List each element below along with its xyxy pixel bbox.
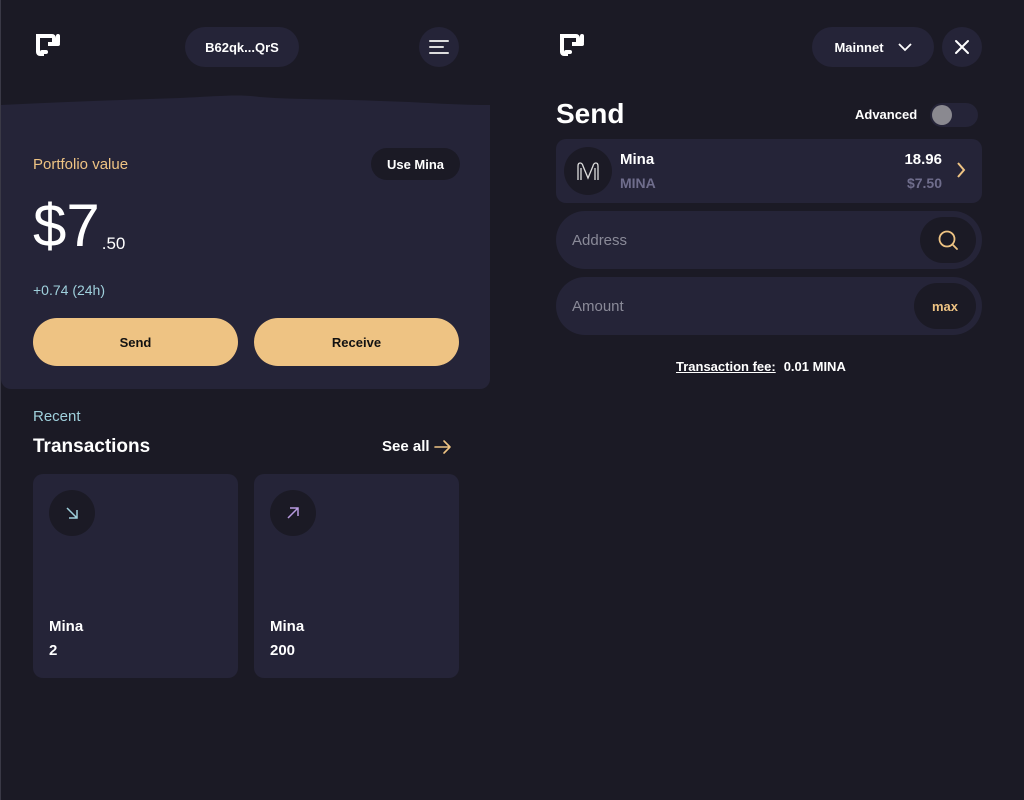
transactions-title: Transactions — [33, 436, 151, 457]
address-input[interactable] — [572, 211, 912, 269]
amount-field: max — [556, 277, 982, 335]
token-name: Mina — [620, 151, 655, 168]
close-icon — [955, 40, 969, 54]
wallet-panel: B62qk...QrS Portfolio value Use Mina $7 … — [0, 0, 512, 800]
tx-direction-badge — [270, 490, 316, 536]
token-balance: 18.96 — [904, 151, 942, 168]
tx-token: Mina — [270, 618, 305, 635]
use-mina-button[interactable]: Use Mina — [371, 148, 460, 180]
arrow-right-icon — [433, 439, 451, 454]
close-button[interactable] — [942, 27, 982, 67]
address-field — [556, 211, 982, 269]
arrow-down-right-icon — [66, 507, 78, 519]
tx-amount: 200 — [270, 642, 296, 659]
recent-label: Recent — [33, 408, 81, 425]
address-pill[interactable]: B62qk...QrS — [185, 27, 299, 67]
tx-direction-badge — [49, 490, 95, 536]
fee-value: 0.01 MINA — [783, 359, 846, 374]
chevron-right-icon — [957, 162, 966, 178]
advanced-label: Advanced — [855, 107, 918, 122]
advanced-toggle[interactable] — [930, 103, 978, 127]
balance-main: $7 — [33, 192, 100, 259]
max-button[interactable]: max — [914, 283, 976, 329]
hamburger-icon — [429, 40, 449, 54]
mina-logo-icon — [564, 147, 612, 195]
transaction-card[interactable]: Mina 200 — [254, 474, 459, 678]
balance-cents: .50 — [101, 234, 126, 253]
transaction-fee: Transaction fee: 0.01 MINA — [676, 359, 846, 374]
toggle-knob — [932, 105, 952, 125]
portfolio-card: Portfolio value Use Mina $7 .50 +0.74 (2… — [1, 112, 490, 389]
tx-token: Mina — [49, 618, 84, 635]
chevron-down-icon — [897, 43, 912, 52]
portfolio-label: Portfolio value — [33, 156, 129, 173]
see-all-link[interactable]: See all — [382, 438, 452, 455]
app-logo-icon — [556, 28, 588, 60]
portfolio-balance: $7 .50 — [33, 196, 125, 256]
receive-button[interactable]: Receive — [254, 318, 459, 366]
network-label: Mainnet — [834, 39, 884, 55]
search-icon — [938, 230, 958, 250]
app-logo-icon — [32, 28, 64, 60]
transaction-card[interactable]: Mina 2 — [33, 474, 238, 678]
arrow-up-right-icon — [287, 507, 299, 519]
fee-label[interactable]: Transaction fee: — [676, 359, 776, 374]
amount-input[interactable] — [572, 277, 912, 335]
send-panel: Mainnet Send Advanced Mina MINA 18.96 $7… — [512, 0, 1024, 800]
menu-button[interactable] — [419, 27, 459, 67]
address-search-button[interactable] — [920, 217, 976, 263]
token-selector[interactable]: Mina MINA 18.96 $7.50 — [556, 139, 982, 203]
token-fiat-value: $7.50 — [906, 175, 942, 191]
send-button[interactable]: Send — [33, 318, 238, 366]
see-all-label: See all — [382, 438, 430, 455]
network-selector[interactable]: Mainnet — [812, 27, 934, 67]
tx-amount: 2 — [49, 642, 58, 659]
page-title: Send — [556, 98, 625, 129]
token-symbol: MINA — [620, 175, 656, 191]
change-24h: +0.74 (24h) — [33, 282, 105, 298]
